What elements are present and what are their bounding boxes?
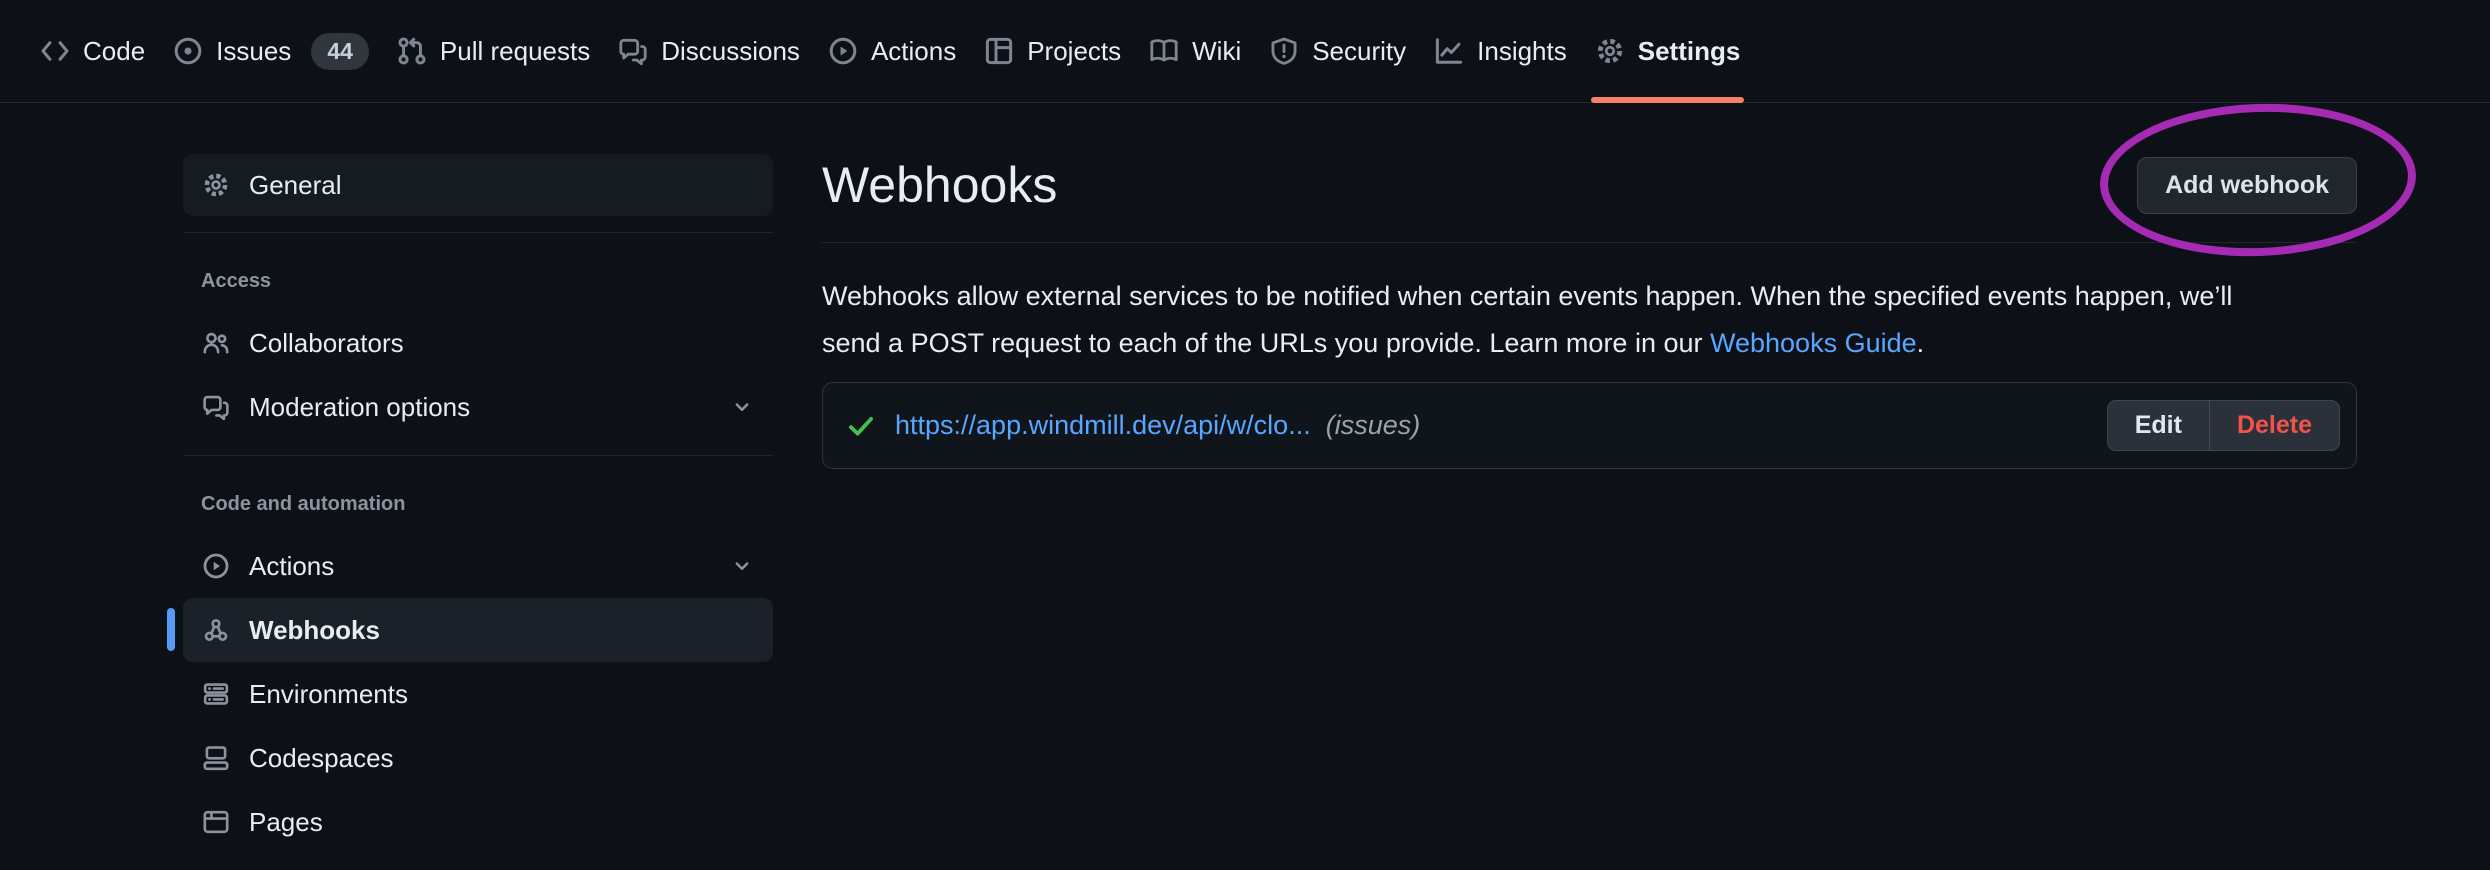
pull-request-icon bbox=[397, 36, 427, 66]
issues-count-badge: 44 bbox=[311, 33, 369, 70]
add-webhook-button[interactable]: Add webhook bbox=[2137, 157, 2357, 214]
nav-tab-label: Insights bbox=[1477, 36, 1567, 67]
insights-graph-icon bbox=[1434, 36, 1464, 66]
sidebar-item-pages[interactable]: Pages bbox=[183, 790, 773, 854]
gear-icon bbox=[201, 171, 231, 199]
wiki-book-icon bbox=[1149, 36, 1179, 66]
sidebar-item-label: Collaborators bbox=[249, 328, 404, 359]
delete-webhook-button[interactable]: Delete bbox=[2209, 401, 2339, 450]
comment-discussion-icon bbox=[201, 393, 231, 421]
sidebar-section-access: Access bbox=[183, 268, 773, 294]
webhook-list-item: https://app.windmill.dev/api/w/clo... (i… bbox=[822, 382, 2357, 469]
codespaces-icon bbox=[201, 744, 231, 772]
chevron-down-icon bbox=[731, 396, 753, 418]
webhook-events-label: (issues) bbox=[1326, 410, 1421, 441]
discussions-icon bbox=[618, 36, 648, 66]
description-period: . bbox=[1917, 328, 1925, 358]
nav-tab-label: Issues bbox=[216, 36, 291, 67]
nav-tab-label: Settings bbox=[1638, 36, 1741, 67]
sidebar-item-codespaces[interactable]: Codespaces bbox=[183, 726, 773, 790]
sidebar-access-list: Collaborators Moderation options bbox=[183, 311, 773, 439]
nav-tab-label: Security bbox=[1312, 36, 1406, 67]
sidebar-divider bbox=[183, 455, 773, 456]
nav-tab-pull-requests[interactable]: Pull requests bbox=[383, 0, 604, 102]
security-shield-icon bbox=[1269, 36, 1299, 66]
webhook-url-link[interactable]: https://app.windmill.dev/api/w/clo... bbox=[895, 410, 1311, 441]
webhooks-description: Webhooks allow external services to be n… bbox=[822, 273, 2357, 367]
webhooks-panel: Webhooks Add webhook Webhooks allow exte… bbox=[822, 154, 2357, 469]
sidebar-item-actions[interactable]: Actions bbox=[183, 534, 773, 598]
nav-tab-wiki[interactable]: Wiki bbox=[1135, 0, 1255, 102]
description-text: send a POST request to each of the URLs … bbox=[822, 328, 1710, 358]
actions-play-icon bbox=[828, 36, 858, 66]
description-line-2: send a POST request to each of the URLs … bbox=[822, 320, 2357, 367]
nav-tab-insights[interactable]: Insights bbox=[1420, 0, 1581, 102]
subhead: Webhooks Add webhook bbox=[822, 154, 2357, 243]
active-indicator bbox=[167, 608, 175, 651]
sidebar-item-label: Environments bbox=[249, 679, 408, 710]
description-line-1: Webhooks allow external services to be n… bbox=[822, 273, 2357, 320]
sidebar-item-environments[interactable]: Environments bbox=[183, 662, 773, 726]
nav-tab-label: Pull requests bbox=[440, 36, 590, 67]
people-icon bbox=[201, 329, 231, 357]
nav-tab-settings[interactable]: Settings bbox=[1581, 0, 1755, 102]
code-icon bbox=[40, 36, 70, 66]
nav-tab-discussions[interactable]: Discussions bbox=[604, 0, 814, 102]
issue-circle-dot-icon bbox=[173, 36, 203, 66]
nav-tab-actions[interactable]: Actions bbox=[814, 0, 970, 102]
server-icon bbox=[201, 680, 231, 708]
nav-tab-label: Actions bbox=[871, 36, 956, 67]
nav-tab-label: Code bbox=[83, 36, 145, 67]
page-title: Webhooks bbox=[822, 154, 1057, 216]
sidebar-divider bbox=[183, 232, 773, 233]
edit-webhook-button[interactable]: Edit bbox=[2108, 401, 2209, 450]
browser-icon bbox=[201, 808, 231, 836]
sidebar-item-webhooks[interactable]: Webhooks bbox=[183, 598, 773, 662]
sidebar-item-label: Codespaces bbox=[249, 743, 394, 774]
repo-tab-bar: Code Issues 44 Pull requests Discussions… bbox=[0, 0, 2490, 103]
sidebar-code-automation-list: Actions Webhooks Environments Codespaces bbox=[183, 534, 773, 854]
nav-tab-security[interactable]: Security bbox=[1255, 0, 1420, 102]
webhook-icon bbox=[201, 616, 231, 644]
nav-tab-label: Wiki bbox=[1192, 36, 1241, 67]
sidebar-item-label: Webhooks bbox=[249, 615, 380, 646]
check-icon bbox=[846, 411, 876, 441]
sidebar-item-label: Moderation options bbox=[249, 392, 470, 423]
sidebar-item-label: Pages bbox=[249, 807, 323, 838]
nav-tab-issues[interactable]: Issues 44 bbox=[159, 0, 383, 102]
nav-tab-label: Discussions bbox=[661, 36, 800, 67]
sidebar-item-general[interactable]: General bbox=[183, 154, 773, 216]
settings-gear-icon bbox=[1595, 36, 1625, 66]
nav-tab-projects[interactable]: Projects bbox=[970, 0, 1135, 102]
sidebar-item-label: General bbox=[249, 170, 342, 201]
settings-sidebar: General Access Collaborators Moderation … bbox=[183, 154, 773, 854]
play-icon bbox=[201, 552, 231, 580]
nav-tab-code[interactable]: Code bbox=[26, 0, 159, 102]
sidebar-item-moderation-options[interactable]: Moderation options bbox=[183, 375, 773, 439]
sidebar-item-collaborators[interactable]: Collaborators bbox=[183, 311, 773, 375]
sidebar-section-code-automation: Code and automation bbox=[183, 491, 773, 517]
webhooks-guide-link[interactable]: Webhooks Guide bbox=[1710, 328, 1917, 358]
chevron-down-icon bbox=[731, 555, 753, 577]
projects-table-icon bbox=[984, 36, 1014, 66]
sidebar-item-label: Actions bbox=[249, 551, 334, 582]
webhook-actions-group: Edit Delete bbox=[2107, 400, 2340, 451]
nav-tab-label: Projects bbox=[1027, 36, 1121, 67]
